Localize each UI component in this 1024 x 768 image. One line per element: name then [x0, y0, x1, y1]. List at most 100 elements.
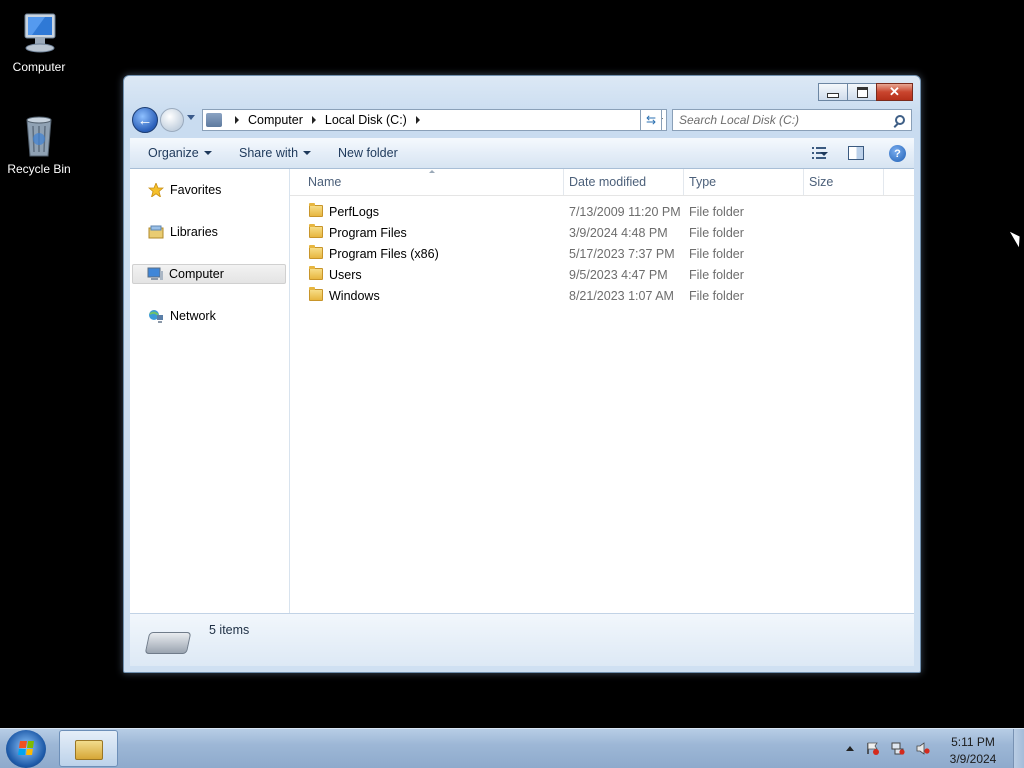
- show-hidden-icons-button[interactable]: [846, 746, 854, 751]
- chevron-down-icon: [203, 151, 212, 155]
- file-type: File folder: [689, 247, 744, 261]
- show-desktop-button[interactable]: [1013, 729, 1024, 768]
- maximize-button[interactable]: [847, 83, 877, 101]
- view-options-dropdown[interactable]: [820, 152, 828, 156]
- content-area: Favorites Libraries Computer Network Nam…: [130, 169, 914, 614]
- recent-pages-dropdown[interactable]: [187, 115, 195, 120]
- refresh-icon: ⇆: [645, 113, 657, 127]
- file-row[interactable]: Windows 8/21/2023 1:07 AM File folder: [290, 286, 914, 307]
- search-box[interactable]: [672, 109, 912, 131]
- close-icon: ✕: [889, 84, 900, 99]
- help-icon[interactable]: ?: [889, 145, 906, 162]
- nav-item-label: Favorites: [170, 183, 222, 197]
- windows-logo-icon: [18, 741, 34, 755]
- new-folder-button[interactable]: New folder: [338, 146, 398, 160]
- system-clock[interactable]: 5:11 PM 3/9/2024: [938, 734, 1008, 768]
- taskbar: 5:11 PM 3/9/2024: [0, 728, 1024, 768]
- file-date: 9/5/2023 4:47 PM: [569, 268, 668, 282]
- file-date: 5/17/2023 7:37 PM: [569, 247, 675, 261]
- back-button[interactable]: ←: [132, 107, 158, 133]
- navigation-row: ← Computer Local Disk (C:) ⇆: [132, 107, 912, 133]
- file-type: File folder: [689, 226, 744, 240]
- file-name: PerfLogs: [329, 205, 380, 219]
- nav-item-computer[interactable]: Computer: [132, 264, 286, 284]
- navigation-pane: Favorites Libraries Computer Network: [130, 169, 290, 614]
- minimize-icon: [827, 92, 839, 98]
- file-list: Name Date modified Type Size PerfLogs 7/…: [290, 169, 914, 614]
- file-name: Program Files (x86): [329, 247, 439, 261]
- folder-icon: [309, 287, 323, 301]
- close-button[interactable]: ✕: [876, 83, 913, 101]
- preview-pane-icon[interactable]: [848, 146, 864, 160]
- file-date: 3/9/2024 4:48 PM: [569, 226, 668, 240]
- organize-button[interactable]: Organize: [148, 146, 212, 160]
- explorer-window: ✕ ← Computer Local Disk (C:) ⇆ Organi: [123, 75, 921, 673]
- start-button[interactable]: [6, 730, 46, 768]
- folder-icon: [309, 203, 323, 217]
- nav-item-libraries[interactable]: Libraries: [132, 222, 286, 242]
- nav-item-label: Libraries: [170, 225, 218, 239]
- nav-item-favorites[interactable]: Favorites: [132, 180, 286, 200]
- network-icon: [148, 309, 164, 323]
- refresh-button[interactable]: ⇆: [640, 109, 662, 131]
- taskbar-button-explorer[interactable]: [59, 730, 118, 767]
- drive-icon: [206, 113, 222, 127]
- file-type: File folder: [689, 268, 744, 282]
- explorer-icon: [75, 740, 103, 760]
- file-row[interactable]: PerfLogs 7/13/2009 11:20 PM File folder: [290, 202, 914, 223]
- back-arrow-icon: ←: [137, 111, 153, 129]
- desktop-icon-label: Computer: [12, 60, 66, 74]
- item-count: 5 items: [209, 623, 250, 637]
- folder-icon: [309, 245, 323, 259]
- details-pane: 5 items: [130, 613, 914, 666]
- breadcrumb-local-disk[interactable]: Local Disk (C:): [325, 113, 407, 127]
- folder-icon: [309, 266, 323, 280]
- file-name: Program Files: [329, 226, 407, 240]
- libraries-icon: [148, 225, 164, 239]
- volume-muted-icon[interactable]: [916, 742, 930, 755]
- forward-button[interactable]: [160, 108, 184, 132]
- folder-icon: [309, 224, 323, 238]
- nav-item-label: Computer: [169, 267, 224, 281]
- mouse-cursor-icon: [1009, 228, 1024, 248]
- network-status-icon[interactable]: [891, 742, 905, 755]
- search-icon[interactable]: [895, 115, 905, 125]
- file-name: Windows: [329, 289, 380, 303]
- share-with-label: Share with: [239, 146, 299, 160]
- computer-icon: [15, 10, 63, 58]
- column-header-size[interactable]: Size: [809, 175, 833, 189]
- address-bar[interactable]: Computer Local Disk (C:): [202, 109, 667, 131]
- nav-item-label: Network: [170, 309, 216, 323]
- breadcrumb-separator-icon[interactable]: [311, 116, 316, 124]
- action-center-icon[interactable]: [866, 742, 880, 755]
- file-row[interactable]: Users 9/5/2023 4:47 PM File folder: [290, 265, 914, 286]
- clock-time: 5:11 PM: [951, 735, 995, 749]
- organize-label: Organize: [148, 146, 199, 160]
- file-type: File folder: [689, 289, 744, 303]
- new-folder-label: New folder: [338, 146, 398, 160]
- maximize-icon: [856, 86, 868, 98]
- recycle-bin-icon: [15, 112, 63, 160]
- desktop-icon-recycle-bin[interactable]: Recycle Bin: [1, 112, 77, 176]
- file-row[interactable]: Program Files 3/9/2024 4:48 PM File fold…: [290, 223, 914, 244]
- file-name: Users: [329, 268, 362, 282]
- share-with-button[interactable]: Share with: [239, 146, 312, 160]
- column-header-type[interactable]: Type: [689, 175, 716, 189]
- desktop-icon-label: Recycle Bin: [7, 162, 71, 176]
- file-date: 8/21/2023 1:07 AM: [569, 289, 674, 303]
- column-headers: Name Date modified Type Size: [290, 169, 914, 196]
- minimize-button[interactable]: [818, 83, 848, 101]
- breadcrumb-separator-icon[interactable]: [415, 116, 420, 124]
- column-header-name[interactable]: Name: [308, 175, 341, 189]
- sort-ascending-icon: [429, 170, 435, 173]
- file-row[interactable]: Program Files (x86) 5/17/2023 7:37 PM Fi…: [290, 244, 914, 265]
- file-type: File folder: [689, 205, 744, 219]
- chevron-down-icon: [303, 151, 312, 155]
- desktop-icon-computer[interactable]: Computer: [1, 10, 77, 74]
- breadcrumb-computer[interactable]: Computer: [248, 113, 303, 127]
- search-input[interactable]: [673, 112, 895, 128]
- breadcrumb-separator-icon[interactable]: [235, 116, 239, 124]
- nav-item-network[interactable]: Network: [132, 306, 286, 326]
- hard-drive-icon: [144, 632, 192, 654]
- column-header-date-modified[interactable]: Date modified: [569, 175, 646, 189]
